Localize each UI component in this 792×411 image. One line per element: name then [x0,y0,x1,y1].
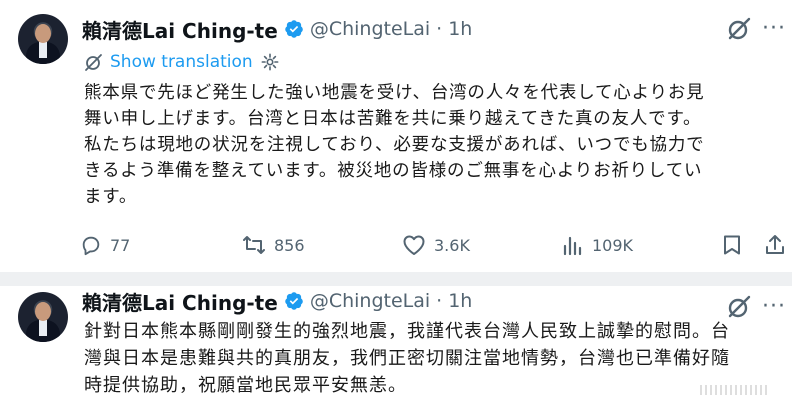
translate-icon [85,54,102,71]
bookmark-button[interactable] [722,230,750,260]
tweet-header: 賴清德Lai Ching-te @ChingteLai · 1h [82,286,472,316]
gear-icon[interactable] [261,53,279,71]
reply-count: 77 [110,235,131,255]
share-icon [766,235,784,254]
tweet-text-line: 時提供協助，祝願當地民眾平安無恙。 [84,375,407,396]
views-button[interactable]: 109K [562,230,633,260]
tweet-text: 針對日本熊本縣剛剛發生的強烈地震，我謹代表台灣人民致上誠摯的慰問。台 灣與日本是… [84,318,784,399]
share-button[interactable] [764,230,792,260]
avatar[interactable] [18,292,68,342]
tweet-text-line: 熊本県で先ほど発生した強い地震を受け、台湾の人々を代表して心よりお見 [84,83,705,103]
grok-icon[interactable] [726,16,752,42]
views-count: 109K [592,235,634,255]
verified-badge-icon [285,20,303,38]
views-icon [563,236,582,256]
grok-icon[interactable] [726,294,752,320]
show-translation-label[interactable]: Show translation [110,52,253,72]
tweet-text-line: 舞い申し上げます。台湾と日本は苦難を共に乗り越えてきた真の友人です。 [84,109,702,129]
author-name[interactable]: 賴清德Lai Ching-te [82,287,278,316]
action-bar: 77 856 3.6K 109K [80,230,792,260]
timestamp[interactable]: 1h [448,18,472,40]
like-count: 3.6K [434,235,470,255]
author-handle[interactable]: @ChingteLai [310,18,430,40]
tweet-text-line: きるよう準備を整えています。被災地の皆様のご無事を心よりお祈りしてい [84,161,703,181]
tweet-text-line: 針對日本熊本縣剛剛發生的強烈地震，我謹代表台灣人民致上誠摯的慰問。台 [84,321,730,342]
repost-button[interactable]: 856 [242,230,305,260]
tweet-2[interactable]: 賴清德Lai Ching-te @ChingteLai · 1h ··· 針對日… [0,286,792,411]
more-dots-icon[interactable]: ··· [762,18,786,40]
tweet-text: 熊本県で先ほど発生した強い地震を受け、台湾の人々を代表して心よりお見 舞い申し上… [84,80,784,210]
tweet-header: 賴清德Lai Ching-te @ChingteLai · 1h [82,14,472,44]
like-button[interactable]: 3.6K [402,230,470,260]
verified-badge-icon [285,292,303,310]
avatar[interactable] [18,14,68,64]
heart-icon [403,235,425,255]
author-name[interactable]: 賴清德Lai Ching-te [82,15,278,44]
tweet-text-line: ます。 [84,187,138,207]
tweet-1[interactable]: 賴清德Lai Ching-te @ChingteLai · 1h ··· Sho… [0,0,792,272]
separator-dot: · [436,290,443,312]
tweet-text-line: 灣與日本是患難與共的真朋友，我們正密切關注當地情勢，台灣也已準備好隨 [84,348,730,369]
repost-icon [243,236,265,254]
timestamp[interactable]: 1h [448,290,472,312]
more-dots-icon[interactable]: ··· [762,296,786,318]
tweet-divider [0,272,792,286]
reply-icon [82,236,100,256]
author-handle[interactable]: @ChingteLai [310,290,430,312]
reply-button[interactable]: 77 [80,230,130,260]
watermark [700,385,770,395]
repost-count: 856 [274,235,305,255]
show-translation-link[interactable]: Show translation [84,50,285,74]
bookmark-icon [724,235,740,255]
separator-dot: · [436,18,443,40]
tweet-text-line: 私たちは現地の状況を注視しており、必要な支援があれば、いつでも協力で [84,135,705,155]
